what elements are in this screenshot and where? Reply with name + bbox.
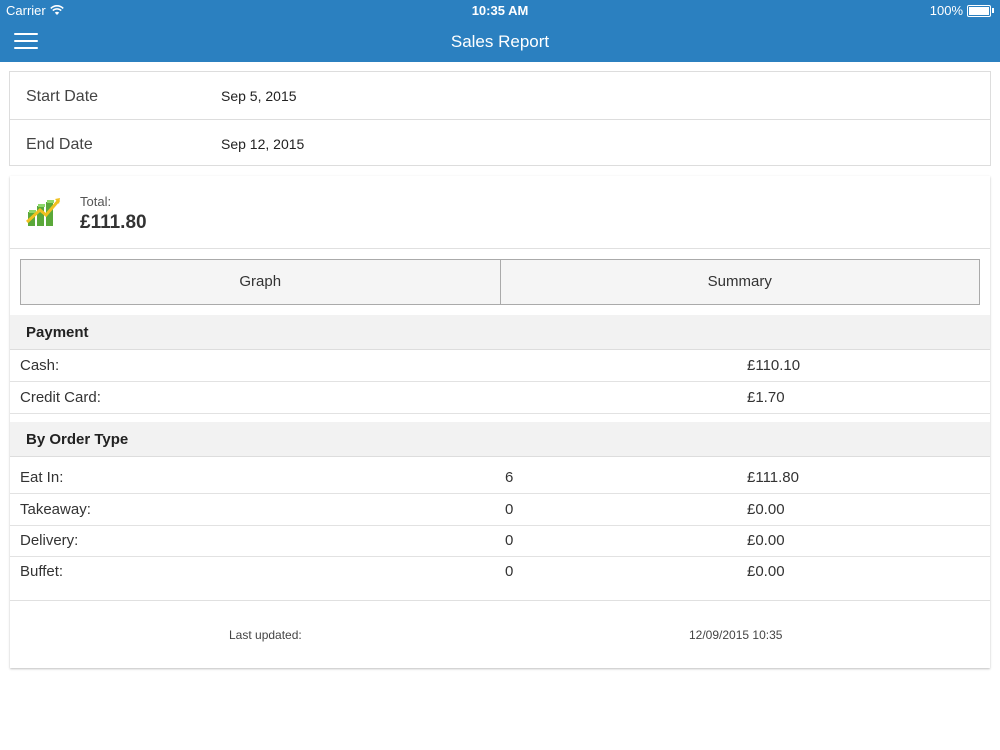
start-date-row[interactable]: Start Date Sep 5, 2015	[10, 72, 990, 118]
order-type-amount: £0.00	[747, 563, 785, 580]
table-row: Buffet: 0 £0.00	[10, 556, 990, 587]
end-date-value[interactable]: Sep 12, 2015	[221, 136, 304, 152]
order-type-count: 0	[505, 563, 514, 580]
table-row: Credit Card: £1.70	[10, 382, 990, 414]
order-type-name: Eat In:	[20, 469, 64, 486]
battery-info: 100%	[930, 3, 994, 18]
order-type-heading: By Order Type	[26, 431, 129, 448]
order-type-name: Buffet:	[20, 563, 64, 580]
order-type-amount: £0.00	[747, 532, 785, 549]
last-updated-label: Last updated:	[229, 628, 302, 642]
payment-heading: Payment	[26, 324, 89, 341]
last-updated-footer: Last updated: 12/09/2015 10:35	[10, 600, 990, 669]
order-type-amount: £0.00	[747, 501, 785, 518]
date-range-card: Start Date Sep 5, 2015 End Date Sep 12, …	[9, 71, 991, 166]
payment-name: Cash:	[20, 357, 60, 374]
payment-amount: £110.10	[747, 357, 801, 374]
tab-graph[interactable]: Graph	[21, 260, 500, 304]
order-type-count: 6	[505, 469, 514, 486]
total-summary: Total: £111.80	[10, 176, 990, 249]
total-label: Total:	[80, 194, 112, 209]
view-segmented-control: Graph Summary	[20, 259, 980, 305]
payment-section-header: Payment	[10, 315, 990, 350]
tab-summary[interactable]: Summary	[499, 260, 980, 304]
table-row: Takeaway: 0 £0.00	[10, 494, 990, 526]
report-card: Total: £111.80 Graph Summary Payment Cas…	[10, 176, 990, 668]
battery-tip	[992, 8, 994, 13]
last-updated-value: 12/09/2015 10:35	[689, 628, 783, 642]
battery-percent: 100%	[929, 3, 963, 18]
order-type-name: Delivery:	[20, 532, 79, 549]
total-value: £111.80	[80, 212, 147, 233]
status-bar: Carrier 10:35 AM 100%	[0, 0, 1000, 20]
status-time: 10:35 AM	[471, 3, 529, 18]
order-type-name: Takeaway:	[20, 501, 91, 518]
end-date-label: End Date	[26, 136, 93, 153]
table-row: Cash: £110.10	[10, 350, 990, 382]
end-date-row[interactable]: End Date Sep 12, 2015	[10, 119, 990, 166]
order-type-amount: £111.80	[747, 469, 799, 486]
payment-amount: £1.70	[747, 389, 785, 406]
battery-icon	[967, 4, 991, 17]
payment-name: Credit Card:	[20, 389, 101, 406]
page-title: Sales Report	[450, 32, 550, 51]
nav-bar: Sales Report	[0, 20, 1000, 62]
start-date-value[interactable]: Sep 5, 2015	[221, 88, 297, 104]
table-row: Eat In: 6 £111.80	[10, 462, 990, 494]
order-type-count: 0	[505, 532, 514, 549]
order-type-section-header: By Order Type	[10, 422, 990, 457]
sales-chart-icon	[26, 198, 61, 226]
start-date-label: Start Date	[26, 88, 99, 105]
order-type-count: 0	[505, 501, 514, 518]
table-row: Delivery: 0 £0.00	[10, 525, 990, 557]
